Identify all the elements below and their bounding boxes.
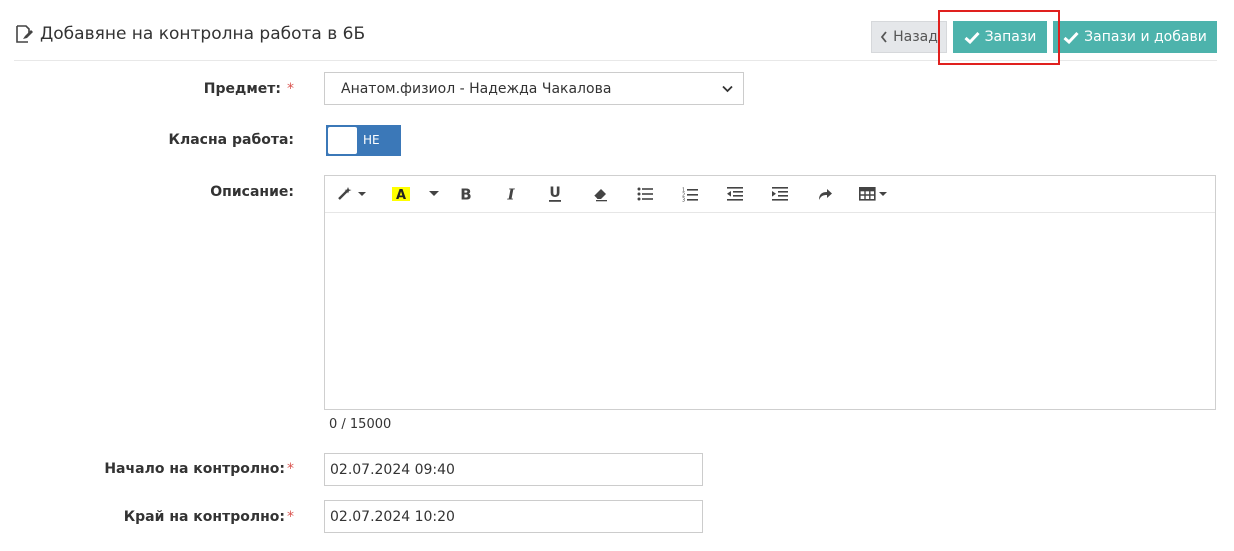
- description-label: Описание:: [210, 184, 294, 200]
- svg-text:3: 3: [682, 197, 685, 202]
- outdent-icon[interactable]: [726, 184, 744, 204]
- subject-select[interactable]: Анатом.физиол - Надежда Чакалова: [324, 72, 744, 105]
- svg-text:I: I: [506, 186, 515, 202]
- end-datetime-value: 02.07.2024 10:20: [330, 508, 455, 525]
- start-datetime-value: 02.07.2024 09:40: [330, 461, 455, 478]
- start-datetime-input[interactable]: 02.07.2024 09:40: [324, 453, 703, 486]
- numbered-list-icon[interactable]: 123: [681, 184, 699, 204]
- chevron-down-icon: [722, 85, 733, 92]
- svg-text:A: A: [396, 188, 406, 202]
- class-work-label: Класна работа:: [168, 132, 294, 148]
- back-button[interactable]: Назад: [871, 21, 947, 53]
- description-counter: 0 / 15000: [329, 417, 392, 432]
- table-icon[interactable]: [858, 184, 890, 204]
- chevron-left-icon: [880, 31, 887, 43]
- italic-icon[interactable]: I: [502, 184, 520, 204]
- svg-text:B: B: [460, 186, 471, 202]
- highlight-callout-box: [938, 10, 1060, 65]
- edit-document-icon: [16, 25, 33, 43]
- indent-icon[interactable]: [771, 184, 789, 204]
- magic-wand-icon[interactable]: [335, 184, 369, 204]
- start-label: Начало на контролно: *: [104, 461, 294, 477]
- toggle-knob: [328, 127, 357, 154]
- save-and-add-button[interactable]: Запази и добави: [1053, 21, 1217, 53]
- eraser-icon[interactable]: [591, 184, 609, 204]
- redo-icon[interactable]: [816, 184, 834, 204]
- end-datetime-input[interactable]: 02.07.2024 10:20: [324, 500, 703, 533]
- back-button-label: Назад: [893, 29, 938, 45]
- required-mark: *: [287, 509, 294, 525]
- check-icon: [1063, 31, 1079, 44]
- underline-icon[interactable]: U: [546, 184, 564, 204]
- required-mark: *: [287, 461, 294, 477]
- subject-label: Предмет: *: [203, 81, 294, 97]
- end-label: Край на контролно: *: [123, 509, 294, 525]
- color-dropdown-icon[interactable]: [427, 184, 441, 204]
- page-title-text: Добавяне на контролна работа в 6Б: [40, 24, 366, 44]
- bullet-list-icon[interactable]: [636, 184, 654, 204]
- required-mark: *: [287, 81, 294, 97]
- page-title: Добавяне на контролна работа в 6Б: [14, 24, 365, 44]
- description-editor[interactable]: A B I U 123: [324, 175, 1216, 410]
- class-work-toggle[interactable]: НЕ: [326, 125, 401, 156]
- subject-select-value: Анатом.физиол - Надежда Чакалова: [341, 80, 612, 97]
- editor-toolbar: A B I U 123: [325, 176, 1215, 213]
- svg-text:U: U: [549, 185, 560, 201]
- toggle-state-label: НЕ: [363, 133, 380, 147]
- save-and-add-button-label: Запази и добави: [1084, 29, 1207, 45]
- highlight-color-icon[interactable]: A: [391, 184, 411, 204]
- bold-icon[interactable]: B: [457, 184, 475, 204]
